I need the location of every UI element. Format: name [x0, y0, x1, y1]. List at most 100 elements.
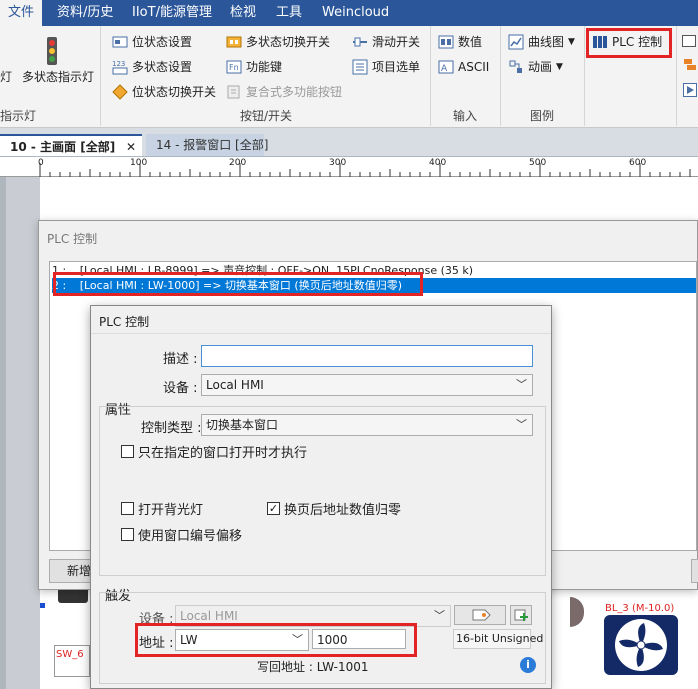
- group-divider: [100, 26, 101, 126]
- window-offset-checkbox[interactable]: 使用窗口编号偏移: [121, 525, 242, 544]
- media-icon[interactable]: [683, 83, 697, 97]
- only-window-open-checkbox[interactable]: 只在指定的窗口打开时才执行: [121, 442, 307, 461]
- numeric-label: 数值: [458, 35, 483, 49]
- item-list-button[interactable]: 项目选单: [352, 57, 420, 77]
- backlight-checkbox[interactable]: 打开背光灯: [121, 499, 203, 518]
- title-divider: [91, 333, 551, 334]
- bit-set-button[interactable]: 位状态设置: [112, 32, 192, 52]
- control-type-select[interactable]: 切换基本窗口 ﹀: [201, 414, 533, 436]
- animation-label: 动画: [528, 60, 553, 74]
- word-set-icon: 123: [112, 59, 128, 75]
- checkbox-label: 使用窗口编号偏移: [138, 529, 243, 544]
- trend-chart-label: 曲线图: [528, 35, 565, 49]
- trend-chart-icon: [508, 34, 524, 50]
- window-icon[interactable]: [682, 35, 696, 47]
- tab-main-screen[interactable]: 10 - 主画面 [全部] ✕: [0, 134, 142, 156]
- bit-toggle-button[interactable]: 位状态切换开关: [112, 82, 216, 102]
- group-divider: [430, 26, 431, 126]
- control-type-label: 控制类型 :: [141, 421, 202, 436]
- buttons-group-label: 按钮/开关: [240, 109, 293, 123]
- menu-iiot[interactable]: IIoT/能源管理: [132, 0, 212, 26]
- switch-object[interactable]: [54, 645, 90, 677]
- info-icon[interactable]: i: [520, 657, 536, 673]
- description-field[interactable]: [201, 345, 533, 367]
- bit-toggle-icon: [112, 84, 128, 100]
- menu-tools[interactable]: 工具: [276, 0, 302, 26]
- word-set-button[interactable]: 123 多状态设置: [112, 57, 192, 77]
- ascii-label: ASCII: [458, 60, 490, 74]
- animation-button[interactable]: 动画 ▼: [508, 57, 563, 77]
- horizontal-ruler: 0 100 200 300 400 500 600: [0, 157, 698, 177]
- fan-object[interactable]: [604, 615, 678, 675]
- close-icon[interactable]: ✕: [126, 136, 136, 158]
- plus-icon: [514, 609, 528, 621]
- selection-handle: [40, 603, 45, 608]
- side-button[interactable]: [691, 559, 698, 583]
- ascii-icon: A: [438, 59, 454, 75]
- lamp-button[interactable]: 灯多状态指示灯: [0, 68, 94, 85]
- chevron-down-icon: ▼: [568, 37, 575, 47]
- lamp-group-label: 指示灯: [0, 109, 37, 123]
- chevron-down-icon: ﹀: [516, 378, 527, 391]
- data-format-display: 16-bit Unsigned: [453, 629, 543, 649]
- device-value: Local HMI: [206, 378, 264, 392]
- traffic-light-icon: [41, 36, 63, 66]
- trend-chart-button[interactable]: 曲线图 ▼: [508, 32, 575, 52]
- svg-text:123: 123: [112, 60, 125, 68]
- chevron-down-icon: ﹀: [516, 418, 527, 431]
- numeric-input-button[interactable]: 数值: [438, 32, 482, 52]
- combo-button-label: 复合式多功能按钮: [246, 85, 343, 99]
- add-address-button[interactable]: [510, 605, 532, 625]
- tab-alarm-label: 14 - 报警窗口 [全部]: [156, 138, 269, 152]
- menu-view[interactable]: 检视: [230, 0, 256, 26]
- bl3-label: BL_3 (M-10.0): [605, 603, 675, 614]
- ruler-tick-label: 0: [38, 158, 44, 168]
- writeback-label: 写回地址 :: [257, 660, 313, 674]
- control-type-value: 切换基本窗口: [206, 418, 279, 432]
- menu-file[interactable]: 文件: [0, 0, 42, 26]
- writeback-value: LW-1001: [316, 660, 369, 674]
- ascii-input-button[interactable]: A ASCII: [438, 57, 489, 77]
- ribbon: 灯多状态指示灯 指示灯 位状态设置 123 多状态设置 位状态切换开关 多状态切…: [0, 26, 698, 128]
- checkbox-label: 换页后地址数值归零: [284, 503, 402, 518]
- combo-button-icon: [226, 84, 242, 100]
- menu-bar: 文件 资料/历史 IIoT/能源管理 检视 工具 Weincloud: [0, 0, 698, 26]
- chart-group-label: 图例: [530, 109, 555, 123]
- ruler-tick-label: 200: [229, 158, 247, 168]
- ruler-tick-label: 300: [329, 158, 347, 168]
- trigger-device-value: Local HMI: [180, 609, 238, 623]
- description-label: 描述 :: [163, 352, 198, 367]
- checkbox-box: [121, 502, 134, 515]
- bit-toggle-label: 位状态切换开关: [132, 85, 217, 99]
- ruler-tick-label: 500: [529, 158, 547, 168]
- highlight-box: [53, 272, 423, 296]
- dialog-title: PLC 控制: [47, 232, 98, 246]
- slide-switch-icon: [352, 34, 368, 50]
- shapes-icon[interactable]: [683, 58, 697, 72]
- checkbox-label: 打开背光灯: [138, 503, 204, 518]
- item-list-label: 项目选单: [372, 60, 421, 74]
- ruler-tick-label: 100: [130, 158, 148, 168]
- reset-after-switch-checkbox[interactable]: ✓ 换页后地址数值归零: [267, 499, 401, 518]
- tab-alarm-window[interactable]: 14 - 报警窗口 [全部]: [146, 134, 268, 156]
- slide-switch-button[interactable]: 滑动开关: [352, 32, 420, 52]
- chevron-down-icon: ﹀: [434, 609, 445, 622]
- slide-switch-label: 滑动开关: [372, 35, 421, 49]
- multi-switch-button[interactable]: 多状态切换开关: [226, 32, 330, 52]
- function-key-button[interactable]: Fn 功能键: [226, 57, 282, 77]
- address-settings-button[interactable]: [454, 605, 506, 625]
- combo-button[interactable]: 复合式多功能按钮: [226, 82, 342, 102]
- checkbox-label: 只在指定的窗口打开时才执行: [138, 446, 308, 461]
- menu-weincloud[interactable]: Weincloud: [322, 0, 389, 26]
- highlight-box: [135, 623, 417, 657]
- menu-data-history[interactable]: 资料/历史: [57, 0, 113, 26]
- writeback-address: 写回地址 : LW-1001: [257, 658, 369, 675]
- ruler-tick-label: 400: [429, 158, 447, 168]
- multi-switch-icon: [226, 34, 242, 50]
- svg-text:A: A: [441, 64, 448, 74]
- group-divider: [676, 26, 677, 126]
- checkmark-icon: ✓: [267, 502, 280, 515]
- device-select[interactable]: Local HMI ﹀: [201, 374, 533, 396]
- animation-icon: [508, 59, 524, 75]
- group-divider: [584, 26, 585, 126]
